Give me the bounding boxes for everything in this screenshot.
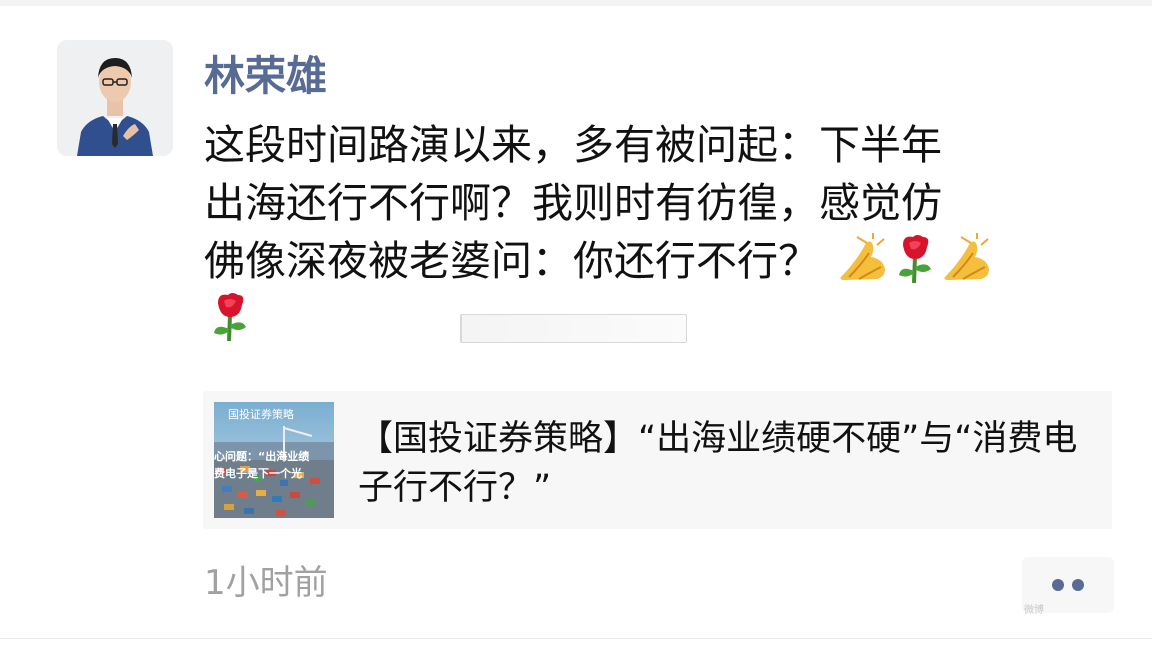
folded-hands-icon — [840, 233, 885, 280]
post-text-line: 这段时间路演以来，多有被问起：下半年 — [204, 121, 942, 169]
avatar[interactable] — [57, 40, 173, 156]
post-text-line: 佛像深夜被老婆问：你还行不行？ — [204, 232, 1109, 290]
author-name[interactable]: 林荣雄 — [204, 50, 327, 102]
top-divider — [0, 0, 1152, 6]
post-timestamp: 1小时前 — [204, 563, 328, 603]
shared-link-thumbnail: 国投证券策略 心问题：“出海业绩 费电子是下一个光 — [214, 402, 334, 518]
avatar-photo — [57, 40, 173, 156]
post-text-line: 出海还行不行啊？我则时有彷徨，感觉仿 — [204, 179, 942, 227]
two-dots-icon — [1052, 579, 1064, 591]
post-text-segment: 佛像深夜被老婆问：你还行不行？ — [204, 237, 819, 285]
harbor-image-icon: 国投证券策略 心问题：“出海业绩 费电子是下一个光 — [214, 402, 334, 518]
shared-link-title[interactable]: 【国投证券策略】“出海业绩硬不硬”与“消费电子行不行？” — [358, 415, 1098, 513]
watermark: 微博 — [1024, 605, 1044, 616]
bottom-divider — [0, 638, 1152, 639]
redaction-bar — [460, 314, 687, 343]
thumbnail-overlay-text: 费电子是下一个光 — [214, 466, 302, 480]
two-dots-icon — [1072, 579, 1084, 591]
thumbnail-overlay-text: 心问题：“出海业绩 — [214, 449, 309, 463]
shared-link-card[interactable]: 国投证券策略 心问题：“出海业绩 费电子是下一个光 【国投证券策略】“出海业绩硬… — [203, 391, 1112, 529]
rose-icon — [214, 293, 246, 341]
rose-icon — [899, 235, 931, 283]
thumbnail-header-text: 国投证券策略 — [228, 407, 294, 421]
folded-hands-icon — [944, 233, 989, 280]
